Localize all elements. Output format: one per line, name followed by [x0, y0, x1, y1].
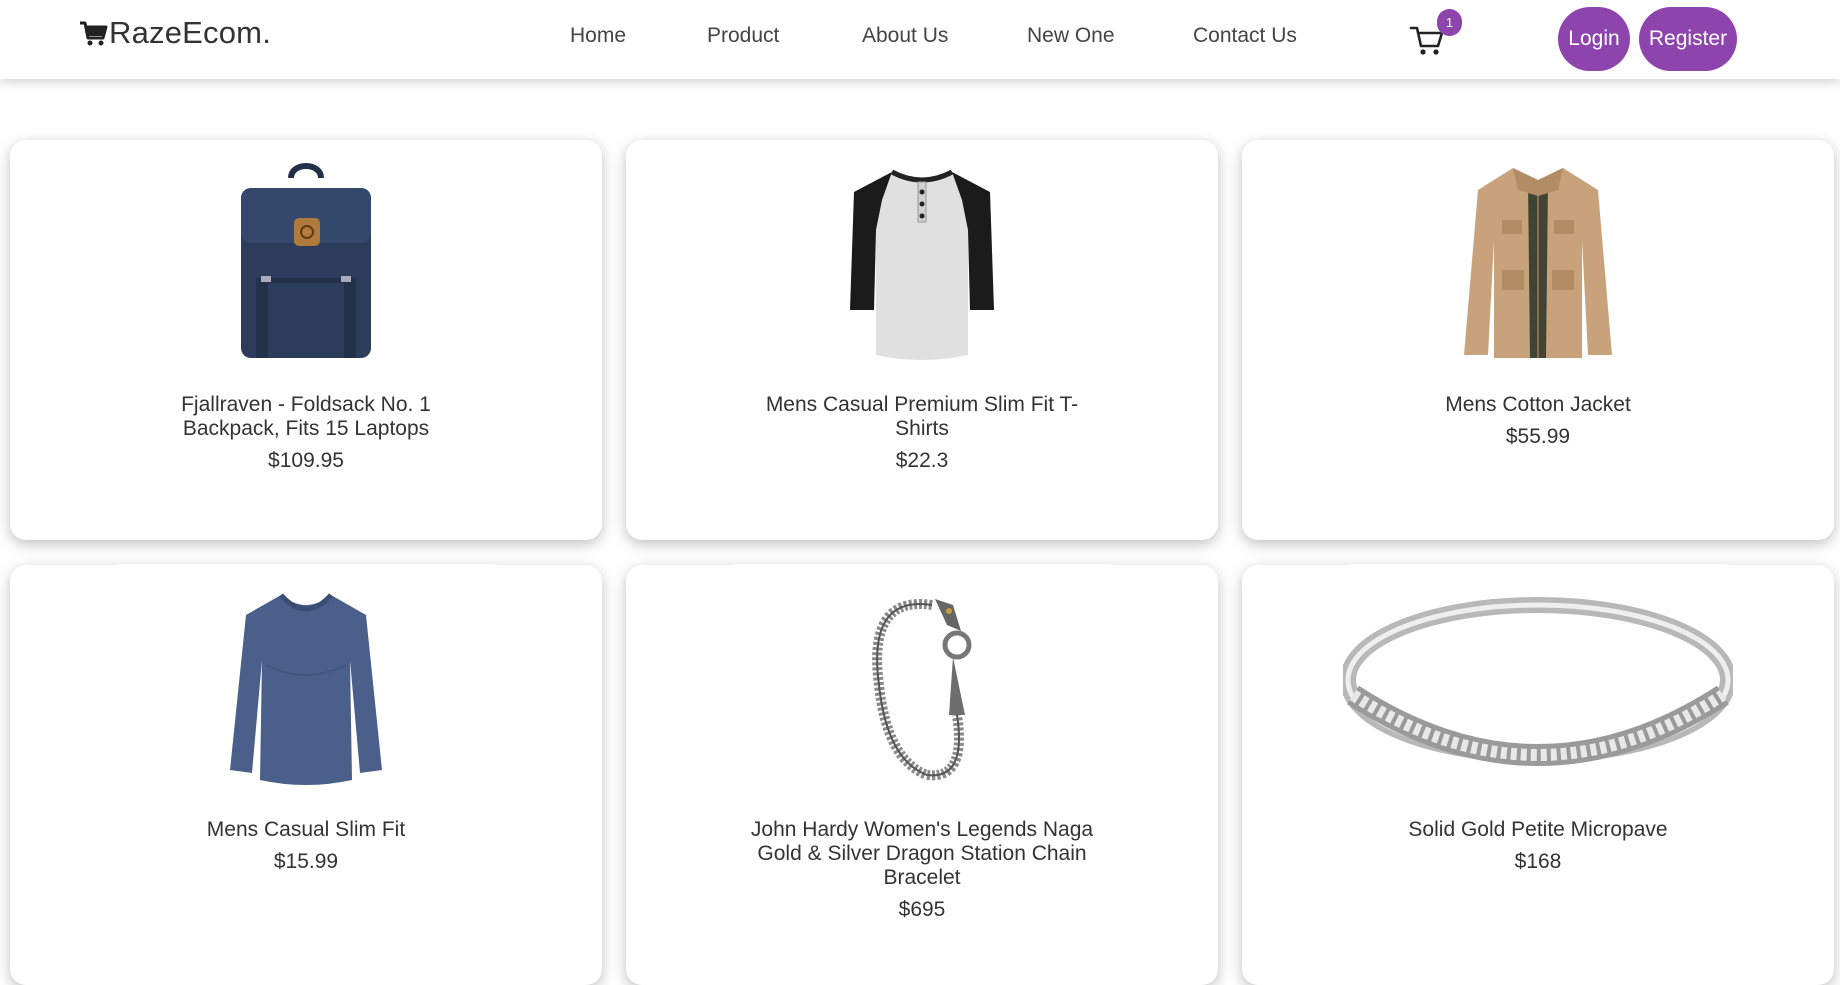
- product-card[interactable]: John Hardy Women's Legends Naga Gold & S…: [626, 564, 1218, 985]
- product-price: $22.3: [895, 449, 949, 472]
- product-title: Fjallraven - Foldsack No. 1 Backpack, Fi…: [181, 393, 431, 440]
- product-image-long-sleeve-shirt: [10, 585, 602, 785]
- product-card[interactable]: Solid Gold Petite Micropave $168: [1242, 564, 1834, 985]
- product-card[interactable]: Mens Casual Slim Fit $15.99: [10, 564, 602, 985]
- product-info: Mens Casual Slim Fit $15.99: [131, 818, 481, 874]
- product-info: Fjallraven - Foldsack No. 1 Backpack, Fi…: [131, 393, 481, 473]
- card-top-tab: [106, 564, 506, 578]
- product-image-micropave-ring: [1242, 585, 1834, 785]
- cart-count-badge: 1: [1437, 9, 1462, 36]
- product-title: Mens Casual Premium Slim Fit T-Shirts: [765, 393, 1079, 440]
- product-price: $15.99: [273, 850, 339, 873]
- nav-link-contact-us[interactable]: Contact Us: [1193, 24, 1297, 48]
- nav-link-about-us[interactable]: About Us: [862, 24, 948, 48]
- login-button[interactable]: Login: [1558, 7, 1630, 71]
- navbar: RazeEcom. Home Product About Us New One …: [0, 0, 1840, 79]
- product-image-backpack: [10, 160, 602, 360]
- product-info: Solid Gold Petite Micropave $168: [1363, 818, 1713, 874]
- product-info: Mens Casual Premium Slim Fit T-Shirts $2…: [747, 393, 1097, 473]
- product-price: $109.95: [268, 449, 344, 472]
- product-price: $55.99: [1505, 425, 1571, 448]
- product-info: John Hardy Women's Legends Naga Gold & S…: [747, 818, 1097, 922]
- product-card[interactable]: Mens Casual Premium Slim Fit T-Shirts $2…: [626, 140, 1218, 540]
- product-title: Solid Gold Petite Micropave: [1408, 818, 1668, 841]
- product-price: $695: [898, 898, 946, 921]
- product-info: Mens Cotton Jacket $55.99: [1363, 393, 1713, 449]
- nav-link-product[interactable]: Product: [707, 24, 779, 48]
- product-price: $168: [1514, 850, 1562, 873]
- nav-link-home[interactable]: Home: [570, 24, 626, 48]
- register-button[interactable]: Register: [1639, 7, 1737, 71]
- brand-name: RazeEcom.: [109, 15, 272, 50]
- card-top-tab: [1338, 564, 1738, 578]
- product-image-henley-shirt: [626, 160, 1218, 360]
- product-card[interactable]: Fjallraven - Foldsack No. 1 Backpack, Fi…: [10, 140, 602, 540]
- product-title: Mens Cotton Jacket: [1445, 393, 1631, 416]
- shopping-cart-icon: [80, 21, 108, 46]
- nav-link-new-one[interactable]: New One: [1027, 24, 1115, 48]
- product-card[interactable]: Mens Cotton Jacket $55.99: [1242, 140, 1834, 540]
- brand-logo[interactable]: RazeEcom.: [78, 15, 271, 51]
- product-image-cotton-jacket: [1242, 160, 1834, 360]
- product-title: Mens Casual Slim Fit: [206, 818, 406, 841]
- product-title: John Hardy Women's Legends Naga Gold & S…: [750, 818, 1094, 889]
- card-top-tab: [722, 564, 1122, 578]
- product-image-dragon-bracelet: [626, 585, 1218, 785]
